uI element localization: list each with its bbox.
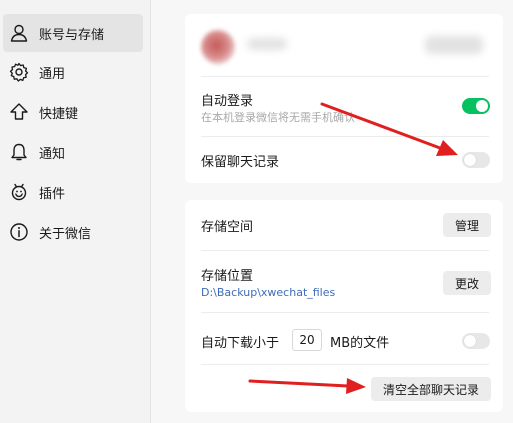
divider <box>201 364 489 365</box>
divider <box>201 312 489 313</box>
clear-all-chat-history-button[interactable]: 清空全部聊天记录 <box>371 377 491 401</box>
sidebar-item-label: 快捷键 <box>39 106 79 122</box>
divider <box>201 250 489 251</box>
auto-download-size-input[interactable] <box>292 329 322 351</box>
sidebar-item-label: 账号与存储 <box>39 27 105 43</box>
sidebar-item-account-storage[interactable]: 账号与存储 <box>3 14 143 52</box>
change-location-button[interactable]: 更改 <box>443 271 491 295</box>
settings-panel: 自动登录 在本机登录微信将无需手机确认 保留聊天记录 存储空间 管理 存储位置 … <box>151 0 513 423</box>
sidebar-item-label: 通用 <box>39 66 66 82</box>
sidebar: 账号与存储 通用 快捷键 通知 插件 关于微信 <box>0 0 151 423</box>
keep-chat-history-label: 保留聊天记录 <box>201 155 280 170</box>
blurred-account-name <box>247 38 287 50</box>
auto-login-description: 在本机登录微信将无需手机确认 <box>201 111 355 124</box>
auto-login-toggle[interactable] <box>462 98 490 114</box>
sidebar-item-label: 通知 <box>39 146 66 162</box>
storage-space-label: 存储空间 <box>201 220 254 235</box>
sidebar-item-plugins[interactable]: 插件 <box>3 173 143 211</box>
account-card: 自动登录 在本机登录微信将无需手机确认 保留聊天记录 <box>185 14 503 183</box>
blurred-account-button <box>425 36 483 54</box>
sidebar-item-label: 关于微信 <box>39 226 92 242</box>
sidebar-item-about[interactable]: 关于微信 <box>3 213 143 251</box>
keep-chat-history-toggle[interactable] <box>462 152 490 168</box>
storage-path[interactable]: D:\Backup\xwechat_files <box>201 286 335 299</box>
person-icon <box>8 22 30 44</box>
avatar <box>201 30 235 64</box>
sidebar-item-notifications[interactable]: 通知 <box>3 133 143 171</box>
auto-download-label-suffix: MB的文件 <box>330 336 390 351</box>
auto-download-label-prefix: 自动下载小于 <box>201 336 280 351</box>
storage-location-label: 存储位置 <box>201 269 254 284</box>
gear-icon <box>8 61 30 83</box>
storage-card: 存储空间 管理 存储位置 D:\Backup\xwechat_files 更改 … <box>185 200 503 412</box>
bell-icon <box>8 141 30 163</box>
auto-download-toggle[interactable] <box>462 333 490 349</box>
manage-button[interactable]: 管理 <box>443 213 491 237</box>
divider <box>201 76 489 77</box>
divider <box>201 136 489 137</box>
upload-arrow-icon <box>8 101 30 123</box>
plugin-icon <box>8 181 30 203</box>
sidebar-item-shortcuts[interactable]: 快捷键 <box>3 93 143 131</box>
info-icon <box>8 221 30 243</box>
sidebar-item-label: 插件 <box>39 186 66 202</box>
auto-login-label: 自动登录 <box>201 94 254 109</box>
sidebar-item-general[interactable]: 通用 <box>3 53 143 91</box>
